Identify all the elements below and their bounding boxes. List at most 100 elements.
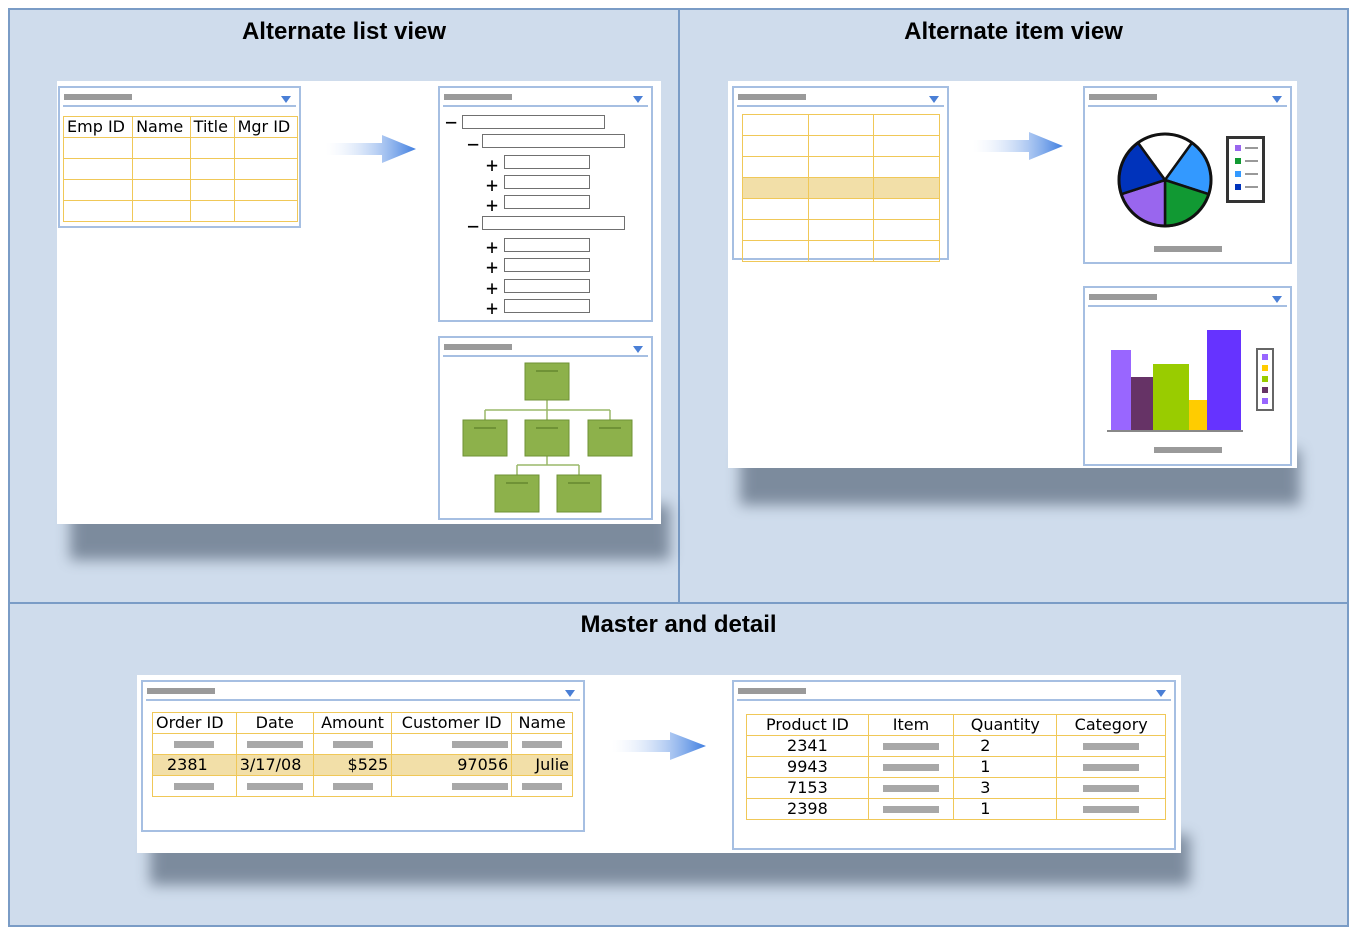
table-row[interactable] bbox=[742, 240, 940, 262]
panel-title-bar bbox=[444, 344, 512, 350]
column-header[interactable]: Name bbox=[511, 712, 573, 734]
column-header[interactable]: Amount bbox=[312, 712, 393, 734]
employee-grid-panel: Emp ID Name Title Mgr ID bbox=[58, 86, 301, 228]
table-row[interactable] bbox=[742, 135, 940, 157]
panel-title-bar bbox=[738, 94, 806, 100]
table-row[interactable]: 9943 1 bbox=[746, 756, 1166, 778]
table-row[interactable] bbox=[62, 158, 299, 180]
item-table bbox=[742, 114, 940, 262]
bar-chart bbox=[1107, 330, 1243, 432]
panel-divider bbox=[737, 105, 944, 107]
expand-icon[interactable]: + bbox=[486, 175, 498, 195]
column-header[interactable]: Order ID bbox=[152, 712, 237, 734]
products-panel: Product ID Item Quantity Category 2341 2… bbox=[732, 680, 1176, 850]
column-header[interactable]: Name bbox=[132, 116, 191, 138]
cell-name: Julie bbox=[511, 754, 573, 776]
pie-chart bbox=[1117, 132, 1213, 228]
chevron-down-icon[interactable] bbox=[1272, 96, 1282, 103]
column-header[interactable]: Mgr ID bbox=[233, 116, 299, 138]
table-row[interactable]: 2341 2 bbox=[746, 735, 1166, 757]
panel-title-bar bbox=[444, 94, 512, 100]
expand-icon[interactable]: + bbox=[486, 195, 498, 215]
tree-node[interactable] bbox=[504, 175, 590, 189]
section-title: Master and detail bbox=[580, 611, 777, 638]
table-row[interactable] bbox=[742, 198, 940, 220]
expand-icon[interactable]: + bbox=[486, 278, 498, 298]
cell-product-id: 2398 bbox=[746, 798, 869, 820]
column-header[interactable]: Quantity bbox=[953, 714, 1058, 736]
collapse-icon[interactable]: − bbox=[467, 134, 479, 154]
table-row-selected[interactable]: 2381 3/17/08 $525 97056 Julie bbox=[152, 754, 573, 776]
tree-node[interactable] bbox=[504, 238, 590, 252]
table-row[interactable] bbox=[152, 775, 573, 797]
legend bbox=[1256, 348, 1274, 411]
table-row[interactable]: 2398 1 bbox=[746, 798, 1166, 820]
tree-node[interactable] bbox=[504, 258, 590, 272]
column-header[interactable]: Customer ID bbox=[391, 712, 513, 734]
chevron-down-icon[interactable] bbox=[281, 96, 291, 103]
tree-node[interactable] bbox=[462, 115, 605, 129]
table-row[interactable] bbox=[742, 114, 940, 136]
bar bbox=[1207, 330, 1241, 430]
table-row[interactable]: 7153 3 bbox=[746, 777, 1166, 799]
legend bbox=[1226, 136, 1265, 203]
chevron-down-icon[interactable] bbox=[633, 346, 643, 353]
expand-icon[interactable]: + bbox=[486, 237, 498, 257]
chevron-down-icon[interactable] bbox=[929, 96, 939, 103]
tree-node[interactable] bbox=[504, 299, 590, 313]
cell-product-id: 9943 bbox=[746, 756, 869, 778]
column-header[interactable]: Product ID bbox=[746, 714, 869, 736]
table-row[interactable] bbox=[62, 200, 299, 222]
cell-amount: $525 bbox=[312, 754, 393, 776]
column-header[interactable]: Title bbox=[189, 116, 235, 138]
table-header-row: Order ID Date Amount Customer ID Name bbox=[152, 712, 573, 734]
bar-chart-panel bbox=[1083, 286, 1292, 466]
expand-icon[interactable]: + bbox=[486, 257, 498, 277]
chevron-down-icon[interactable] bbox=[633, 96, 643, 103]
collapse-icon[interactable]: − bbox=[467, 216, 479, 236]
chevron-down-icon[interactable] bbox=[565, 690, 575, 697]
cell-quantity: 1 bbox=[953, 798, 1058, 820]
cell-order-id: 2381 bbox=[152, 754, 237, 776]
tree-node[interactable] bbox=[482, 216, 625, 230]
column-header[interactable]: Item bbox=[867, 714, 955, 736]
section-title: Alternate item view bbox=[904, 18, 1123, 45]
tree-node[interactable] bbox=[504, 195, 590, 209]
table-row[interactable] bbox=[742, 219, 940, 241]
column-header[interactable]: Emp ID bbox=[62, 116, 134, 138]
expand-icon[interactable]: + bbox=[486, 155, 498, 175]
collapse-icon[interactable]: − bbox=[445, 112, 457, 132]
panel-divider bbox=[146, 699, 580, 701]
table-row[interactable] bbox=[742, 156, 940, 178]
arrow-right-icon bbox=[973, 132, 1063, 160]
arrow-right-icon bbox=[612, 732, 706, 760]
chevron-down-icon[interactable] bbox=[1272, 296, 1282, 303]
expand-icon[interactable]: + bbox=[486, 298, 498, 318]
panel-title-bar bbox=[1089, 294, 1157, 300]
orders-panel: Order ID Date Amount Customer ID Name 23… bbox=[141, 680, 585, 832]
cell-product-id: 7153 bbox=[746, 777, 869, 799]
cell-quantity: 1 bbox=[953, 756, 1058, 778]
tree-node[interactable] bbox=[482, 134, 625, 148]
tree-node[interactable] bbox=[504, 279, 590, 293]
panel-title-bar bbox=[738, 688, 806, 694]
panel-divider bbox=[1088, 305, 1287, 307]
table-row[interactable] bbox=[62, 137, 299, 159]
table-header-row: Emp ID Name Title Mgr ID bbox=[62, 116, 299, 138]
chevron-down-icon[interactable] bbox=[1156, 690, 1166, 697]
panel-divider bbox=[63, 105, 296, 107]
panel-divider bbox=[1088, 105, 1287, 107]
panel-title-bar bbox=[147, 688, 215, 694]
table-row[interactable] bbox=[62, 179, 299, 201]
column-header[interactable]: Date bbox=[235, 712, 314, 734]
panel-divider bbox=[443, 355, 648, 357]
products-table: Product ID Item Quantity Category 2341 2… bbox=[746, 714, 1166, 820]
bar bbox=[1131, 377, 1153, 430]
tree-node[interactable] bbox=[504, 155, 590, 169]
item-grid-panel bbox=[732, 86, 949, 262]
chart-caption-bar bbox=[1154, 246, 1222, 252]
table-row[interactable] bbox=[152, 733, 573, 755]
table-row-selected[interactable] bbox=[742, 177, 940, 199]
org-chart-panel bbox=[438, 336, 653, 520]
column-header[interactable]: Category bbox=[1056, 714, 1166, 736]
